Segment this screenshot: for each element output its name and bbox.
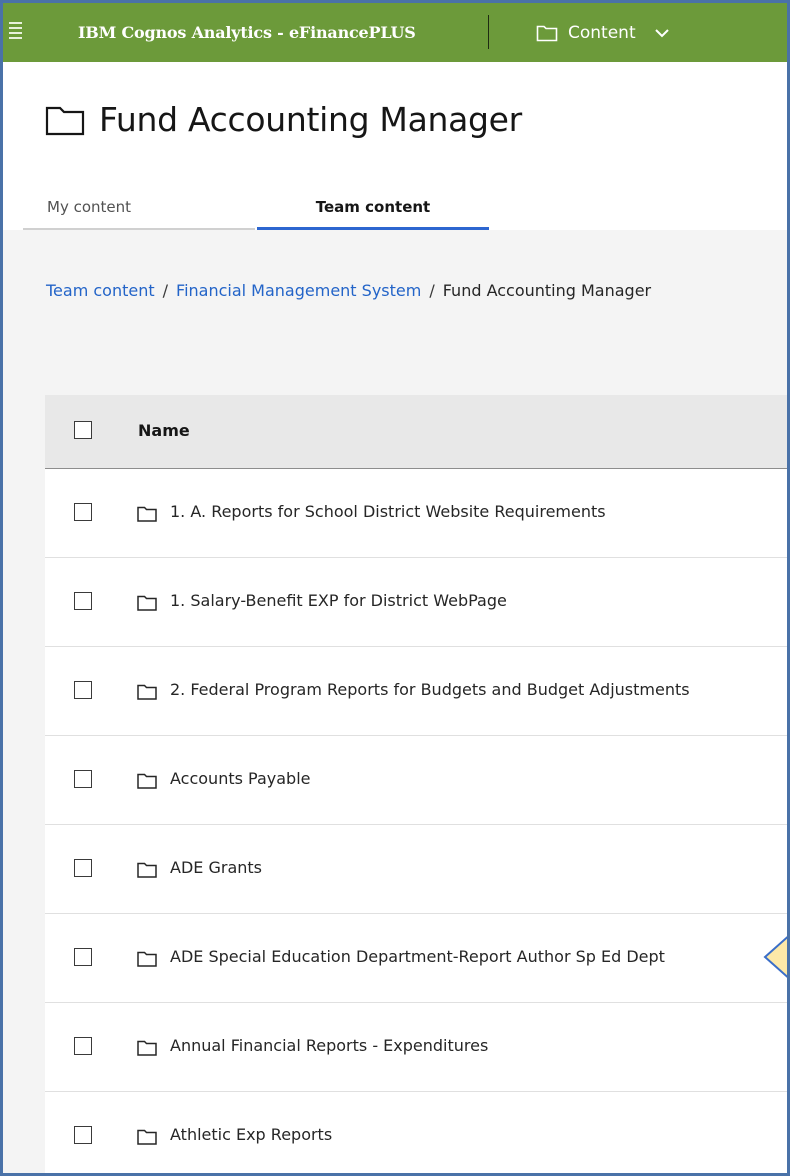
table-row[interactable]: Annual Financial Reports - Expenditures xyxy=(45,1003,787,1092)
row-name[interactable]: Annual Financial Reports - Expenditures xyxy=(170,1036,488,1055)
row-checkbox[interactable] xyxy=(74,1126,92,1144)
row-name[interactable]: ADE Grants xyxy=(170,858,262,877)
top-bar: IBM Cognos Analytics - eFinancePLUS Cont… xyxy=(3,3,787,62)
table-row[interactable]: Athletic Exp Reports xyxy=(45,1092,787,1173)
content-table: Name 1. A. Reports for School District W… xyxy=(45,395,787,1173)
row-checkbox[interactable] xyxy=(74,948,92,966)
row-name[interactable]: ADE Special Education Department-Report … xyxy=(170,947,665,966)
app-window: IBM Cognos Analytics - eFinancePLUS Cont… xyxy=(3,3,787,1173)
breadcrumb-financial-management-system[interactable]: Financial Management System xyxy=(176,281,421,300)
row-checkbox[interactable] xyxy=(74,592,92,610)
folder-icon xyxy=(137,862,157,878)
table-header: Name xyxy=(45,395,787,469)
select-all-checkbox[interactable] xyxy=(74,421,92,439)
folder-icon xyxy=(137,773,157,789)
row-name[interactable]: Accounts Payable xyxy=(170,769,310,788)
folder-icon xyxy=(137,1129,157,1145)
content-switcher[interactable]: Content xyxy=(536,21,670,45)
column-header-name[interactable]: Name xyxy=(138,421,190,440)
folder-icon xyxy=(536,25,558,42)
folder-icon xyxy=(137,595,157,611)
breadcrumb-separator: / xyxy=(162,281,169,300)
row-checkbox[interactable] xyxy=(74,859,92,877)
row-name[interactable]: 2. Federal Program Reports for Budgets a… xyxy=(170,680,690,699)
row-name[interactable]: 1. Salary-Benefit EXP for District WebPa… xyxy=(170,591,507,610)
row-checkbox[interactable] xyxy=(74,770,92,788)
row-checkbox[interactable] xyxy=(74,681,92,699)
row-checkbox[interactable] xyxy=(74,503,92,521)
row-name[interactable]: 1. A. Reports for School District Websit… xyxy=(170,502,606,521)
folder-icon xyxy=(137,684,157,700)
tab-my-content[interactable]: My content xyxy=(23,186,255,230)
breadcrumb-separator: / xyxy=(429,281,435,300)
content-tabs: My content Team content xyxy=(23,186,787,230)
hamburger-icon[interactable] xyxy=(9,22,23,42)
folder-icon xyxy=(137,506,157,522)
page-header: Fund Accounting Manager My content Team … xyxy=(3,62,787,230)
table-row[interactable]: 1. A. Reports for School District Websit… xyxy=(45,469,787,558)
breadcrumb-current: Fund Accounting Manager xyxy=(442,281,652,300)
folder-icon xyxy=(137,951,157,967)
table-row[interactable]: ADE Grants xyxy=(45,825,787,914)
page-title: Fund Accounting Manager xyxy=(45,100,522,139)
chevron-down-icon xyxy=(654,29,669,38)
breadcrumb-team-content[interactable]: Team content xyxy=(46,281,155,300)
row-checkbox[interactable] xyxy=(74,1037,92,1055)
app-title: IBM Cognos Analytics - eFinancePLUS xyxy=(78,23,416,42)
page-title-text: Fund Accounting Manager xyxy=(99,100,522,139)
topbar-divider xyxy=(488,15,489,49)
callout-pointer xyxy=(763,936,787,978)
table-row[interactable]: Accounts Payable xyxy=(45,736,787,825)
table-row[interactable]: 2. Federal Program Reports for Budgets a… xyxy=(45,647,787,736)
folder-icon xyxy=(45,106,85,135)
table-row[interactable]: 1. Salary-Benefit EXP for District WebPa… xyxy=(45,558,787,647)
breadcrumb: Team content / Financial Management Syst… xyxy=(46,281,651,300)
content-switcher-label: Content xyxy=(568,23,636,43)
folder-icon xyxy=(137,1040,157,1056)
row-name[interactable]: Athletic Exp Reports xyxy=(170,1125,332,1144)
tab-team-content[interactable]: Team content xyxy=(257,186,489,230)
table-row[interactable]: ADE Special Education Department-Report … xyxy=(45,914,787,1003)
